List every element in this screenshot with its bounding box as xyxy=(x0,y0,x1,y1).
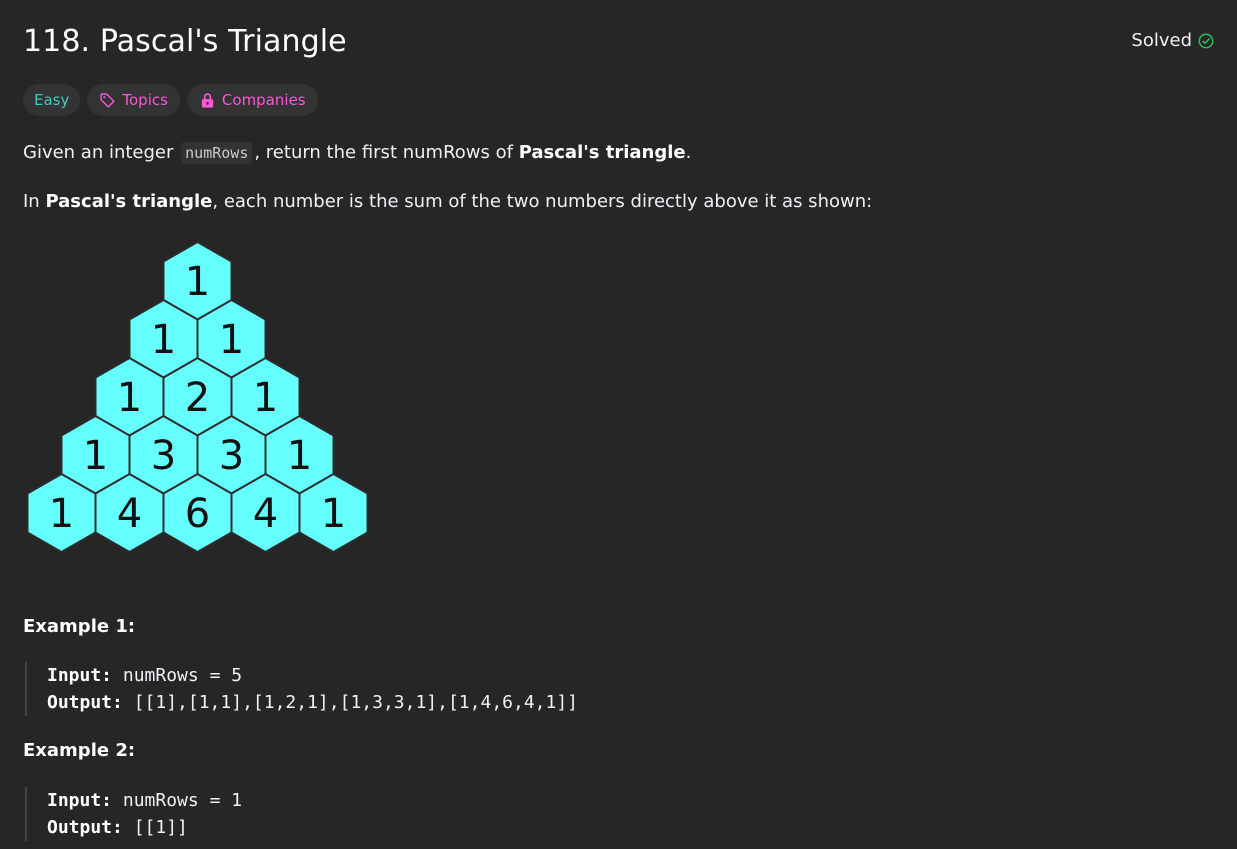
topics-label: Topics xyxy=(122,91,168,109)
text: , return the first numRows of xyxy=(254,142,519,163)
lock-icon xyxy=(201,92,214,108)
text: , each number is the sum of the two numb… xyxy=(212,191,873,212)
text: Given an integer xyxy=(23,142,180,163)
pascal-triangle-illustration: 11 11 2 11 3 3 11 4 6 4 1 xyxy=(26,240,369,554)
output-label: Output: xyxy=(47,692,123,713)
example-2-block: Input: numRows = 1 Output: [[1]] xyxy=(25,787,242,841)
cell-value: 3 xyxy=(151,433,176,479)
example-input-line: Input: numRows = 1 xyxy=(47,787,242,814)
cell-value: 2 xyxy=(185,375,210,421)
solved-status: Solved xyxy=(1131,30,1215,51)
cell-value: 4 xyxy=(117,491,142,537)
cell-value: 4 xyxy=(253,491,278,537)
cell-value: 1 xyxy=(321,491,346,537)
input-value: numRows = 5 xyxy=(122,665,243,686)
example-1-title: Example 1: xyxy=(23,616,136,637)
bold-text: Pascal's triangle xyxy=(518,142,686,163)
description-paragraph-2: In Pascal's triangle, each number is the… xyxy=(23,191,872,212)
cell-value: 1 xyxy=(117,375,142,421)
example-1-block: Input: numRows = 5 Output: [[1],[1,1],[1… xyxy=(25,662,578,716)
input-value: numRows = 1 xyxy=(122,790,243,811)
cell-value: 1 xyxy=(49,491,74,537)
text: In xyxy=(23,191,46,212)
cell-value: 6 xyxy=(185,491,210,537)
problem-description-panel: 118. Pascal's Triangle Solved Easy Topic… xyxy=(0,0,1237,849)
inline-code: numRows xyxy=(181,142,253,164)
cell-value: 1 xyxy=(83,433,108,479)
bold-text: Pascal's triangle xyxy=(45,191,213,212)
output-label: Output: xyxy=(47,817,123,838)
output-value: [[1],[1,1],[1,2,1],[1,3,3,1],[1,4,6,4,1]… xyxy=(133,692,579,713)
example-output-line: Output: [[1],[1,1],[1,2,1],[1,3,3,1],[1,… xyxy=(47,689,578,716)
check-circle-icon xyxy=(1198,33,1214,48)
tag-icon xyxy=(100,92,115,108)
solved-label: Solved xyxy=(1131,30,1192,51)
cell-value: 3 xyxy=(219,433,244,479)
example-input-line: Input: numRows = 5 xyxy=(47,662,578,689)
cell-value: 1 xyxy=(287,433,312,479)
companies-label: Companies xyxy=(221,91,306,109)
text: . xyxy=(685,142,692,163)
cell-value: 1 xyxy=(185,259,210,305)
difficulty-label: Easy xyxy=(34,91,70,109)
example-output-line: Output: [[1]] xyxy=(47,814,242,841)
output-value: [[1]] xyxy=(133,817,188,838)
cell-value: 1 xyxy=(151,317,176,363)
problem-title[interactable]: 118. Pascal's Triangle xyxy=(23,24,347,59)
cell-value: 1 xyxy=(219,317,244,363)
example-2-title: Example 2: xyxy=(23,740,136,761)
description-paragraph-1: Given an integer numRows, return the fir… xyxy=(23,142,692,164)
input-label: Input: xyxy=(47,790,113,811)
companies-button[interactable]: Companies xyxy=(186,84,318,116)
difficulty-badge[interactable]: Easy xyxy=(23,84,81,116)
tag-list: Easy Topics Companies xyxy=(23,84,318,116)
topics-button[interactable]: Topics xyxy=(87,84,180,116)
cell-value: 1 xyxy=(253,375,278,421)
input-label: Input: xyxy=(47,665,113,686)
